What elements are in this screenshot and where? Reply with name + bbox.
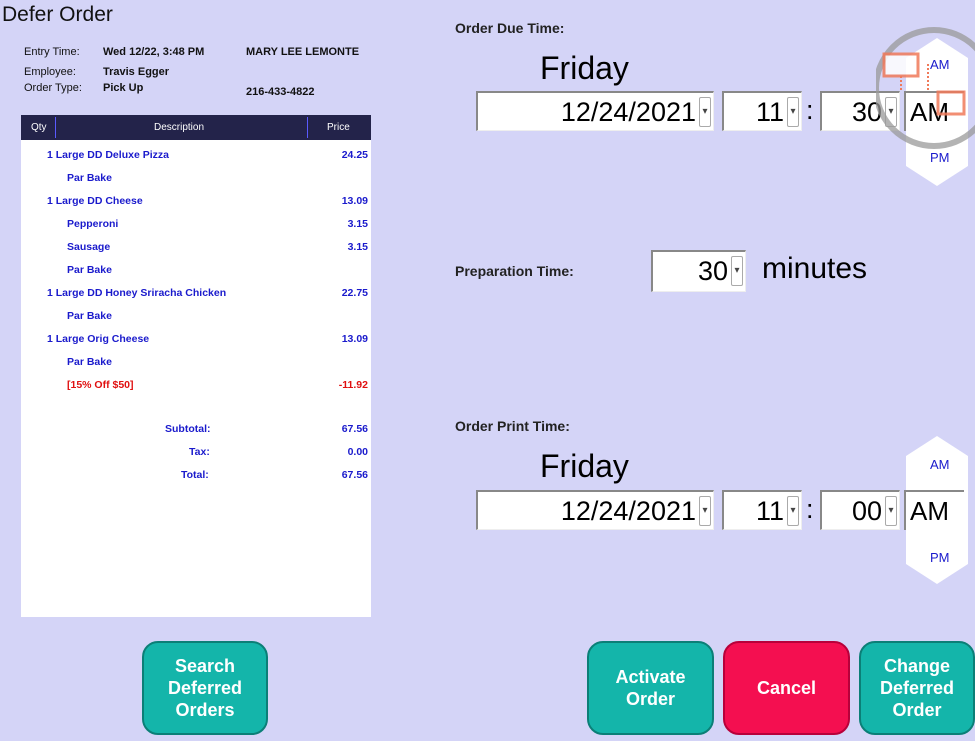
tax-label: Tax:	[189, 446, 210, 458]
page-title: Defer Order	[2, 3, 113, 26]
cancel-button[interactable]: Cancel	[723, 641, 850, 735]
due-date-value: 12/24/2021	[560, 97, 696, 127]
print-minute-value: 00	[851, 496, 882, 526]
chevron-down-icon: ▾	[787, 496, 799, 526]
receipt-item[interactable]: Par Bake	[67, 356, 112, 368]
print-pm-option[interactable]: PM	[930, 550, 950, 565]
due-hour-dropdown[interactable]: 11 ▾	[722, 91, 802, 131]
due-time-colon: :	[806, 95, 814, 125]
touch-cursor-icon	[876, 27, 975, 149]
total-label: Total:	[181, 469, 209, 481]
print-ampm-value: AM	[904, 490, 964, 530]
due-date-dropdown[interactable]: 12/24/2021 ▾	[476, 91, 714, 131]
entry-time-value: Wed 12/22, 3:48 PM	[103, 46, 205, 58]
prep-time-dropdown[interactable]: 30 ▾	[651, 250, 746, 292]
prep-time-label: Preparation Time:	[455, 263, 574, 279]
receipt-item[interactable]: 1 Large DD Cheese	[47, 195, 143, 207]
chevron-down-icon: ▾	[699, 97, 711, 127]
receipt-item-price: 3.15	[347, 218, 368, 230]
search-deferred-orders-button[interactable]: Search Deferred Orders	[142, 641, 268, 735]
receipt-item[interactable]: 1 Large DD Deluxe Pizza	[47, 149, 169, 161]
activate-order-label: Activate Order	[615, 667, 686, 709]
print-am-option[interactable]: AM	[930, 457, 950, 472]
receipt-item[interactable]: 1 Large Orig Cheese	[47, 333, 149, 345]
receipt-item[interactable]: Par Bake	[67, 310, 112, 322]
qty-header: Qty	[31, 122, 47, 133]
chevron-down-icon: ▾	[787, 97, 799, 127]
receipt-item-price: 3.15	[347, 241, 368, 253]
customer-name: MARY LEE LEMONTE	[246, 46, 360, 58]
receipt-item[interactable]: 1 Large DD Honey Sriracha Chicken	[47, 287, 226, 299]
receipt-item-price: -11.92	[338, 379, 368, 391]
change-deferred-order-label: Change Deferred Order	[879, 656, 955, 720]
tax-value: 0.00	[347, 446, 368, 458]
entry-time-label: Entry Time:	[24, 46, 80, 58]
print-date-value: 12/24/2021	[560, 496, 696, 526]
cancel-label: Cancel	[756, 678, 817, 698]
change-deferred-order-button[interactable]: Change Deferred Order	[859, 641, 975, 735]
receipt-item-price: 22.75	[341, 287, 368, 299]
subtotal-value: 67.56	[341, 423, 368, 435]
customer-phone: 216-433-4822	[246, 86, 315, 98]
print-hour-dropdown[interactable]: 11 ▾	[722, 490, 802, 530]
order-type-label: Order Type:	[24, 82, 82, 94]
receipt-item-price: 13.09	[341, 195, 368, 207]
receipt-header: Qty Description Price	[21, 115, 371, 140]
print-time-label: Order Print Time:	[455, 418, 570, 434]
order-receipt[interactable]: Qty Description Price 1 Large DD Deluxe …	[21, 115, 371, 617]
chevron-down-icon: ▾	[699, 496, 711, 526]
due-time-label: Order Due Time:	[455, 20, 565, 36]
receipt-item[interactable]: Par Bake	[67, 172, 112, 184]
activate-order-button[interactable]: Activate Order	[587, 641, 714, 735]
receipt-item[interactable]: Sausage	[67, 241, 110, 253]
receipt-item[interactable]: [15% Off $50]	[67, 379, 134, 391]
subtotal-label: Subtotal:	[165, 423, 211, 435]
due-day: Friday	[540, 50, 629, 86]
employee-value: Travis Egger	[103, 66, 170, 78]
print-minute-dropdown[interactable]: 00 ▾	[820, 490, 900, 530]
total-value: 67.56	[341, 469, 368, 481]
description-header: Description	[154, 122, 205, 133]
search-deferred-orders-label: Search Deferred Orders	[167, 656, 243, 720]
receipt-item[interactable]: Par Bake	[67, 264, 112, 276]
prep-time-value: 30	[697, 256, 728, 286]
print-time-colon: :	[806, 494, 814, 524]
order-type-value: Pick Up	[103, 82, 144, 94]
prep-time-unit: minutes	[762, 252, 868, 285]
chevron-down-icon: ▾	[731, 256, 743, 286]
print-date-dropdown[interactable]: 12/24/2021 ▾	[476, 490, 714, 530]
employee-label: Employee:	[24, 66, 76, 78]
receipt-item-price: 13.09	[341, 333, 368, 345]
price-header: Price	[327, 122, 350, 133]
print-day: Friday	[540, 448, 629, 484]
receipt-item[interactable]: Pepperoni	[67, 218, 118, 230]
chevron-down-icon: ▾	[885, 496, 897, 526]
due-hour-value: 11	[755, 97, 784, 127]
print-hour-value: 11	[755, 496, 784, 526]
receipt-item-price: 24.25	[341, 149, 368, 161]
